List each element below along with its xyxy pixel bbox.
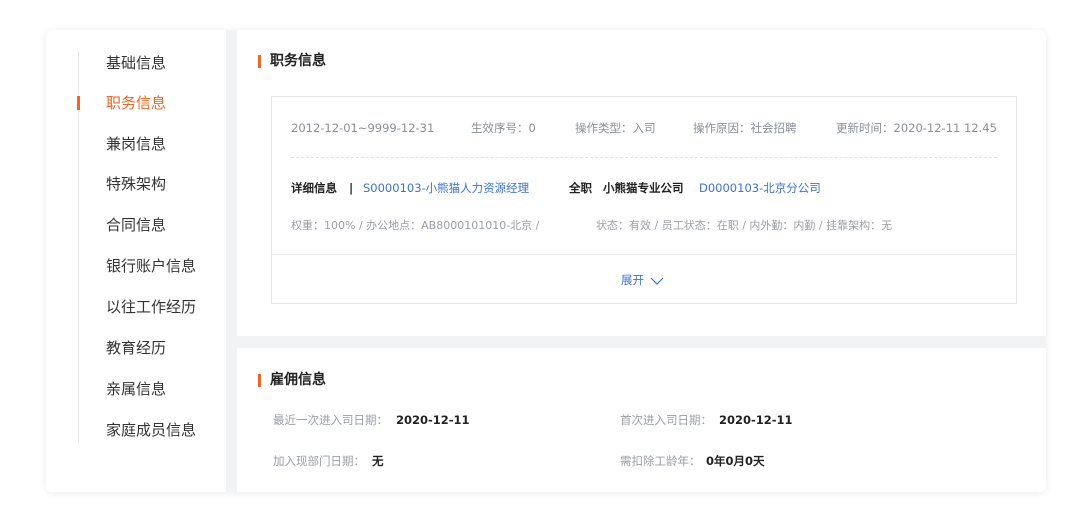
nav-track-line bbox=[78, 52, 79, 442]
sidebar-item-special-structure[interactable]: 特殊架构 bbox=[106, 174, 166, 194]
sidebar-item-position-info[interactable]: 职务信息 bbox=[106, 93, 166, 113]
latest-entry-date-label: 最近一次进入司日期： bbox=[273, 413, 388, 427]
sidebar-item-family-members[interactable]: 家庭成员信息 bbox=[106, 420, 196, 440]
first-entry-date-value: 2020-12-11 bbox=[719, 413, 793, 427]
employment-type: 全职 bbox=[569, 181, 592, 195]
chevron-down-icon bbox=[644, 273, 664, 287]
department-link[interactable]: D0000103-北京分公司 bbox=[699, 181, 821, 195]
detail-label: 详细信息 bbox=[291, 181, 337, 195]
sidebar-item-relatives[interactable]: 亲属信息 bbox=[106, 379, 166, 399]
dashed-divider bbox=[291, 157, 997, 158]
sidebar-item-basic-info[interactable]: 基础信息 bbox=[106, 53, 166, 73]
latest-entry-date-value: 2020-12-11 bbox=[396, 413, 470, 427]
first-entry-date-label: 首次进入司日期： bbox=[620, 413, 712, 427]
date-range: 2012-12-01~9999-12-31 bbox=[291, 121, 435, 135]
section-accent-bar bbox=[258, 55, 261, 68]
expand-button[interactable]: 展开 bbox=[621, 272, 664, 288]
sidebar-item-concurrent-post[interactable]: 兼岗信息 bbox=[106, 134, 166, 154]
sub-info-left: 权重：100% / 办公地点：AB8000101010-北京 / bbox=[291, 219, 540, 232]
join-department-date-value: 无 bbox=[372, 454, 384, 468]
section-title-position: 职务信息 bbox=[270, 53, 326, 69]
section-title-employment: 雇佣信息 bbox=[270, 372, 326, 388]
company-name: 小熊猫专业公司 bbox=[603, 181, 684, 195]
operation-reason: 操作原因：社会招聘 bbox=[693, 121, 797, 135]
updated-time: 更新时间：2020-12-11 12.45 bbox=[836, 121, 997, 135]
section-accent-bar bbox=[258, 374, 261, 387]
effective-seq: 生效序号：0 bbox=[471, 121, 536, 135]
sidebar-item-work-history[interactable]: 以往工作经历 bbox=[106, 297, 196, 317]
sidebar-item-contract-info[interactable]: 合同信息 bbox=[106, 215, 166, 235]
deducted-seniority-value: 0年0月0天 bbox=[706, 454, 765, 468]
expand-divider bbox=[272, 254, 1016, 255]
expand-label: 展开 bbox=[621, 273, 644, 287]
sidebar-nav: 基础信息 职务信息 兼岗信息 特殊架构 合同信息 银行账户信息 以往工作经历 教… bbox=[46, 30, 226, 492]
operation-type: 操作类型：入司 bbox=[575, 121, 656, 135]
position-link[interactable]: S0000103-小熊猫人力资源经理 bbox=[363, 181, 529, 195]
sidebar-item-education[interactable]: 教育经历 bbox=[106, 338, 166, 358]
join-department-date-label: 加入现部门日期： bbox=[273, 454, 365, 468]
deducted-seniority-label: 需扣除工龄年： bbox=[620, 454, 701, 468]
sidebar-item-bank-account[interactable]: 银行账户信息 bbox=[106, 256, 196, 276]
detail-separator: | bbox=[349, 181, 354, 195]
active-indicator bbox=[77, 96, 80, 110]
sub-info-right: 状态：有效 / 员工状态：在职 / 内外勤：内勤 / 挂靠架构：无 bbox=[596, 219, 893, 232]
